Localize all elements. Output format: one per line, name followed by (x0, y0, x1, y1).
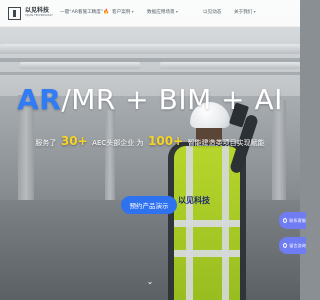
headset-icon (283, 218, 288, 223)
reflective-strip (186, 146, 193, 300)
book-demo-button[interactable]: 预约产品演示 (121, 196, 177, 214)
brand-logo[interactable]: 以见科技 YIJIAN TECHNOLOGY (8, 5, 53, 21)
logo-mark-icon (8, 6, 21, 20)
top-nav: 以见科技 YIJIAN TECHNOLOGY 一键“AR看施工精度”🔥 客户案例… (0, 0, 300, 27)
headline-rest: /MR + BIM + AI (61, 83, 283, 116)
hero-subline: 服务了 30+ AEC头部企业 为 100+ 智能建造类项目实现赋能 (35, 134, 265, 148)
air-duct (20, 62, 140, 69)
nav-item-ar-precision[interactable]: 一键“AR看施工精度”🔥 (60, 9, 110, 15)
air-duct (0, 44, 300, 54)
contact-support-button[interactable]: 联系客服 (279, 212, 306, 229)
nav-item-cases[interactable]: 客户案例 (112, 9, 134, 15)
stat-clients: 30+ (60, 134, 88, 148)
headline-accent: AR (17, 83, 62, 116)
nav-item-news[interactable]: 以见动态 (203, 9, 221, 15)
hero-banner (0, 0, 300, 300)
brand-name-en: YIJIAN TECHNOLOGY (25, 14, 53, 18)
reflective-strip (222, 146, 229, 300)
nav-item-about[interactable]: 关于我们 (234, 9, 256, 15)
air-duct (160, 62, 300, 69)
nav-item-scenarios[interactable]: 数据应用场景 (147, 9, 178, 15)
concrete-column (105, 110, 115, 210)
leave-message-button[interactable]: 留言咨询 (279, 237, 306, 254)
ceiling-beam (0, 72, 300, 75)
flame-icon: 🔥 (103, 9, 110, 15)
stat-projects: 100+ (148, 134, 184, 148)
reflective-strip (174, 220, 240, 227)
scroll-down-icon[interactable]: ⌄ (145, 277, 155, 287)
vest-brand-tag: 以见科技 (178, 196, 210, 205)
hero-headline: AR/MR + BIM + AI (0, 83, 300, 116)
reflective-strip (174, 250, 240, 257)
message-icon (283, 243, 288, 248)
